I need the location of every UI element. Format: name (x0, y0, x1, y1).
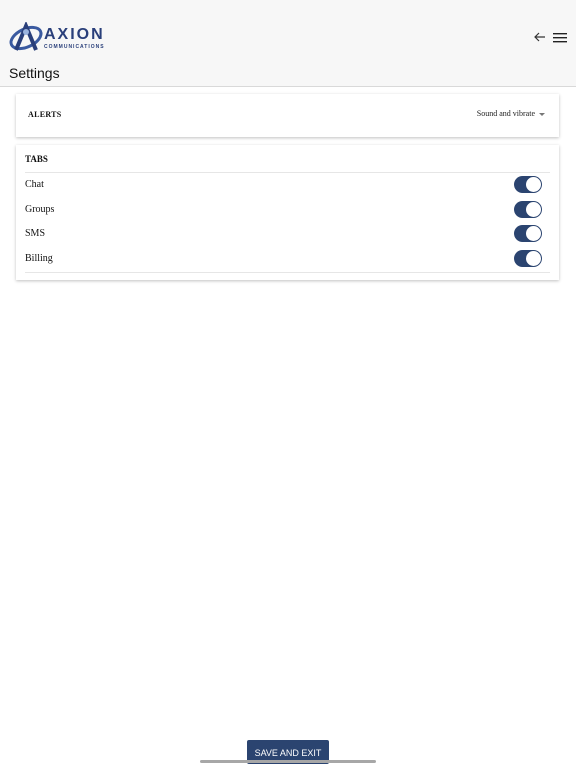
divider (25, 272, 550, 273)
tab-label: Billing (25, 253, 53, 264)
toggle-knob (526, 226, 541, 241)
status-bar (0, 0, 576, 14)
logo-icon (9, 22, 43, 51)
menu-button[interactable] (552, 31, 568, 43)
home-indicator (200, 760, 376, 763)
arrow-left-icon (534, 32, 545, 42)
tab-label: Groups (25, 204, 55, 215)
tab-label: Chat (25, 179, 44, 190)
tabs-card: TABS Chat Groups SMS Billing (16, 145, 559, 280)
toggle-knob (526, 202, 541, 217)
alerts-card: ALERTS Sound and vibrate (16, 94, 559, 137)
alerts-label: ALERTS (28, 110, 62, 119)
toggle-knob (526, 177, 541, 192)
sms-toggle[interactable] (514, 225, 542, 242)
caret-down-icon (539, 112, 545, 116)
axion-logo: AXION COMMUNICATIONS (8, 20, 104, 54)
groups-toggle[interactable] (514, 201, 542, 218)
tab-row-groups: Groups (25, 198, 550, 222)
tab-row-sms: SMS (25, 222, 550, 246)
hamburger-menu-icon (553, 33, 567, 43)
alerts-selected-value: Sound and vibrate (476, 109, 535, 118)
tabs-label: TABS (25, 154, 48, 164)
billing-toggle[interactable] (514, 250, 542, 267)
page-title: Settings (9, 65, 60, 81)
tab-row-billing: Billing (25, 247, 550, 271)
chat-toggle[interactable] (514, 176, 542, 193)
back-button[interactable] (531, 30, 549, 44)
tab-row-chat: Chat (25, 173, 550, 197)
toggle-knob (526, 251, 541, 266)
app-header: AXION COMMUNICATIONS Settings (0, 14, 576, 87)
logo-subtitle: COMMUNICATIONS (44, 44, 105, 50)
tab-label: SMS (25, 228, 46, 239)
alerts-dropdown[interactable]: Sound and vibrate (477, 109, 545, 118)
logo-wordmark: AXION (44, 26, 105, 43)
